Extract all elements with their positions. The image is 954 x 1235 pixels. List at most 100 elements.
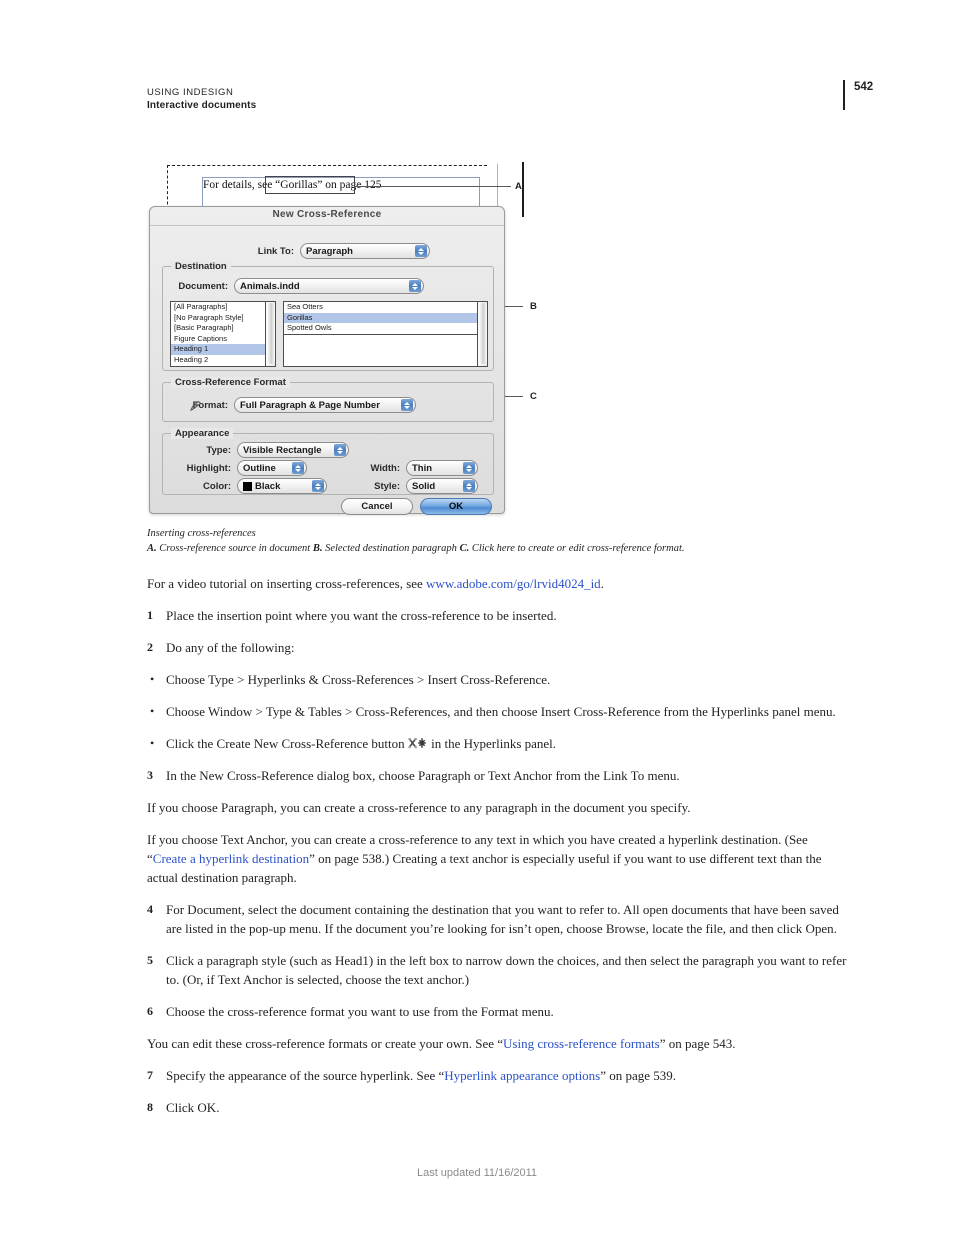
link-to-label: Link To:: [257, 245, 294, 257]
highlight-row: Highlight: Outline: [171, 460, 307, 476]
step-2-text: Do any of the following:: [166, 640, 295, 655]
style-row: Style: Solid: [358, 478, 478, 494]
bullet-2-text: Choose Window > Type & Tables > Cross-Re…: [166, 704, 836, 719]
chevron-updown-icon: [401, 399, 413, 411]
document-row: Document: Animals.indd: [170, 278, 440, 294]
format-row: Format: Full Paragraph & Page Number: [183, 397, 473, 413]
width-row: Width: Thin: [358, 460, 478, 476]
step-5: 5 Click a paragraph style (such as Head1…: [147, 951, 847, 989]
step-2: 2 Do any of the following:: [147, 638, 847, 657]
figure-caption-keys: A. Cross-reference source in document B.…: [147, 542, 847, 557]
chevron-updown-icon: [292, 462, 304, 474]
running-head-product: USING INDESIGN: [147, 87, 234, 98]
width-value: Thin: [412, 462, 433, 474]
step-7: 7 Specify the appearance of the source h…: [147, 1066, 847, 1085]
step-4-number: 4: [147, 902, 153, 916]
callout-label-a: A: [515, 181, 522, 192]
figure-caption-title: Inserting cross-references: [147, 528, 256, 539]
color-row: Color: Black: [187, 478, 327, 494]
list-item[interactable]: Spotted Owls: [284, 323, 487, 334]
list-divider: [284, 333, 487, 335]
step-1: 1 Place the insertion point where you wa…: [147, 606, 847, 625]
video-end-text: .: [600, 576, 604, 591]
create-new-cross-reference-icon: [408, 736, 428, 749]
step-4-text: For Document, select the document contai…: [166, 902, 839, 936]
caption-key-a: A.: [147, 542, 157, 554]
document-label: Document:: [178, 280, 228, 292]
callout-leader-a: [355, 186, 511, 187]
create-hyperlink-destination-link[interactable]: Create a hyperlink destination: [153, 851, 309, 866]
highlight-select[interactable]: Outline: [237, 460, 307, 476]
list-item[interactable]: Sea Otters: [284, 302, 487, 313]
style-select[interactable]: Solid: [406, 478, 478, 494]
callout-label-c: C: [530, 391, 537, 402]
bullet-dot-icon: •: [150, 736, 155, 750]
document-select[interactable]: Animals.indd: [234, 278, 424, 294]
step-8-text: Click OK.: [166, 1100, 220, 1115]
list-item[interactable]: [No Paragraph Style]: [171, 313, 275, 324]
step-6: 6 Choose the cross-reference format you …: [147, 1002, 847, 1021]
list-item-selected[interactable]: Gorillas: [284, 312, 487, 323]
type-row: Type: Visible Rectangle: [187, 442, 349, 458]
color-label: Color:: [203, 480, 231, 492]
scrollbar-thumb[interactable]: [267, 303, 275, 365]
ok-button[interactable]: OK: [420, 498, 492, 515]
video-tutorial-link[interactable]: www.adobe.com/go/lrvid4024_id: [426, 576, 601, 591]
link-to-value: Paragraph: [306, 245, 353, 257]
list-item[interactable]: [Basic Paragraph]: [171, 323, 275, 334]
using-cross-reference-formats-link[interactable]: Using cross-reference formats: [503, 1036, 660, 1051]
format-select[interactable]: Full Paragraph & Page Number: [234, 397, 416, 413]
styles-scrollbar[interactable]: [265, 302, 275, 366]
list-item[interactable]: Heading 2: [171, 355, 275, 366]
cross-reference-format-group: Cross-Reference Format Format: Full Para…: [162, 377, 494, 422]
appearance-group: Appearance Type: Visible Rectangle Highl…: [162, 428, 494, 495]
bullet-dot-icon: •: [150, 704, 155, 718]
list-item-selected[interactable]: Heading 1: [171, 344, 275, 355]
highlight-value: Outline: [243, 462, 276, 474]
body-content: For a video tutorial on inserting cross-…: [147, 574, 847, 1130]
width-label: Width:: [370, 462, 400, 474]
list-item[interactable]: [All Paragraphs]: [171, 302, 275, 313]
paragraph-styles-listbox[interactable]: [All Paragraphs] [No Paragraph Style] [B…: [170, 301, 276, 367]
cancel-button[interactable]: Cancel: [341, 498, 413, 515]
bullet-3: • Click the Create New Cross-Reference b…: [147, 734, 847, 753]
link-to-select[interactable]: Paragraph: [300, 243, 430, 259]
hyperlink-appearance-options-link[interactable]: Hyperlink appearance options: [444, 1068, 600, 1083]
list-item[interactable]: Figure Captions: [171, 334, 275, 345]
caption-key-c: C.: [459, 542, 470, 554]
step-1-text: Place the insertion point where you want…: [166, 608, 557, 623]
step-5-text: Click a paragraph style (such as Head1) …: [166, 953, 847, 987]
appearance-group-title: Appearance: [171, 428, 234, 439]
type-value: Visible Rectangle: [243, 444, 322, 456]
list-item[interactable]: Table Captions: [171, 365, 275, 366]
step-7-post-text: ” on page 539.: [600, 1068, 677, 1083]
caption-text-c: Click here to create or edit cross-refer…: [471, 542, 685, 554]
link-to-row: Link To: Paragraph: [242, 243, 447, 259]
step-3-number: 3: [147, 768, 153, 782]
step-1-number: 1: [147, 608, 153, 622]
type-label: Type:: [206, 444, 231, 456]
scrollbar-thumb[interactable]: [479, 303, 487, 365]
bullet-dot-icon: •: [150, 672, 155, 686]
highlight-label: Highlight:: [186, 462, 231, 474]
chevron-updown-icon: [409, 280, 421, 292]
page-number: 542: [854, 81, 874, 93]
step-8: 8 Click OK.: [147, 1098, 847, 1117]
chevron-updown-icon: [312, 480, 324, 492]
step-8-number: 8: [147, 1100, 153, 1114]
type-select[interactable]: Visible Rectangle: [237, 442, 349, 458]
color-swatch: [243, 481, 252, 491]
page-number-folio: 542: [843, 80, 873, 110]
edit-post-text: ” on page 543.: [659, 1036, 736, 1051]
caption-text-b: Selected destination paragraph: [325, 542, 457, 554]
color-select[interactable]: Black: [237, 478, 327, 494]
paragraphs-scrollbar[interactable]: [477, 302, 487, 366]
caption-text-a: Cross-reference source in document: [159, 542, 311, 554]
pencil-icon[interactable]: [189, 399, 203, 412]
footer-last-updated: Last updated 11/16/2011: [416, 1167, 538, 1179]
running-head: USING INDESIGN Interactive documents: [147, 86, 847, 113]
document-value: Animals.indd: [240, 280, 300, 292]
width-select[interactable]: Thin: [406, 460, 478, 476]
destination-paragraphs-listbox[interactable]: Sea Otters Gorillas Spotted Owls: [283, 301, 488, 367]
format-value: Full Paragraph & Page Number: [240, 399, 380, 411]
